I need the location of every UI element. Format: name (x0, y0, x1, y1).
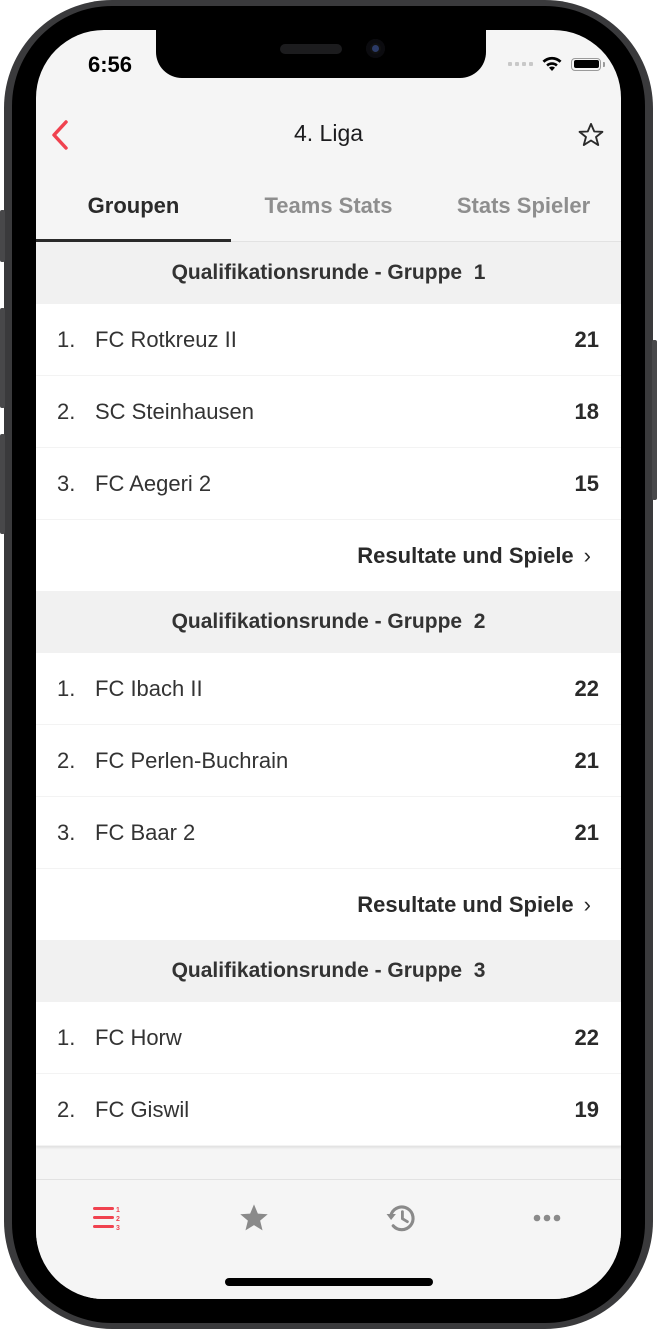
team-points: 21 (574, 326, 599, 352)
tabbar-more[interactable] (527, 1200, 567, 1236)
team-rank: 1. (57, 326, 76, 352)
tabbar-favorites[interactable] (234, 1200, 274, 1236)
svg-text:3: 3 (116, 1225, 120, 1232)
group-section: 1. FC Rotkreuz II 21 2. SC Steinhausen 1… (36, 304, 621, 591)
groups-list[interactable]: Qualifikationsrunde - Gruppe 1 1. FC Rot… (36, 242, 621, 1179)
team-points: 21 (574, 747, 599, 773)
team-points: 22 (574, 1024, 599, 1050)
more-icon (533, 1214, 561, 1222)
group-header: Qualifikationsrunde - Gruppe 2 (36, 591, 621, 653)
team-row[interactable]: 2. FC Perlen-Buchrain 21 (36, 725, 621, 797)
action-button (0, 210, 5, 262)
team-points: 15 (574, 470, 599, 496)
team-row[interactable]: 2. FC Giswil 19 (36, 1074, 621, 1146)
front-camera (366, 39, 385, 58)
tabbar-rankings[interactable]: 1 2 3 (88, 1200, 128, 1236)
group-section: 1. FC Horw 22 2. FC Giswil 19 (36, 1002, 621, 1146)
page-title: 4. Liga (293, 120, 364, 146)
chevron-right-icon: › (583, 542, 591, 568)
team-rank: 3. (57, 470, 76, 496)
team-row[interactable]: 3. FC Aegeri 2 15 (36, 448, 621, 520)
results-link-label: Resultate und Spiele (357, 891, 574, 917)
star-outline-icon[interactable] (577, 121, 605, 149)
tabbar-history[interactable] (381, 1200, 421, 1236)
results-and-games-link[interactable]: Resultate und Spiele › (36, 869, 621, 940)
notch (156, 30, 486, 78)
team-row[interactable]: 1. FC Ibach II 22 (36, 653, 621, 725)
team-points: 21 (574, 819, 599, 845)
tab-bar: 1 2 3 (36, 1179, 621, 1299)
team-row[interactable]: 3. FC Baar 2 21 (36, 797, 621, 869)
team-rank: 3. (57, 819, 76, 845)
team-rank: 1. (57, 1024, 76, 1050)
team-name: FC Rotkreuz II (95, 326, 237, 352)
team-name: FC Aegeri 2 (95, 470, 212, 496)
power-button (652, 340, 657, 500)
star-icon (240, 1204, 268, 1231)
team-name: FC Baar 2 (95, 819, 196, 845)
ranked-list-icon: 1 2 3 (93, 1207, 120, 1232)
team-points: 22 (574, 675, 599, 701)
team-row[interactable]: 1. FC Horw 22 (36, 1002, 621, 1074)
speaker (280, 44, 342, 54)
svg-text:2: 2 (116, 1216, 120, 1223)
team-points: 18 (574, 398, 599, 424)
team-name: FC Horw (95, 1024, 182, 1050)
group-header: Qualifikationsrunde - Gruppe 1 (36, 242, 621, 304)
battery-icon (571, 57, 605, 71)
screen: 6:56 4. Liga Groupen Teams Stats Stats S… (36, 30, 621, 1299)
navigation-bar: 4. Liga (36, 104, 621, 166)
group-header: Qualifikationsrunde - Gruppe 3 (36, 940, 621, 1002)
team-rank: 2. (57, 747, 76, 773)
tab-groupen[interactable]: Groupen (36, 175, 231, 242)
results-link-label: Resultate und Spiele (357, 542, 574, 568)
results-and-games-link[interactable]: Resultate und Spiele › (36, 520, 621, 591)
svg-text:1: 1 (116, 1207, 120, 1214)
history-icon (386, 1205, 415, 1232)
team-rank: 1. (57, 675, 76, 701)
wifi-icon (542, 56, 562, 71)
home-indicator[interactable] (225, 1278, 433, 1286)
team-name: FC Ibach II (95, 675, 203, 701)
status-indicators (508, 56, 605, 72)
volume-down-button (0, 434, 5, 534)
group-section: 1. FC Ibach II 22 2. FC Perlen-Buchrain … (36, 653, 621, 940)
team-rank: 2. (57, 398, 76, 424)
status-time: 6:56 (88, 52, 133, 77)
chevron-right-icon: › (583, 891, 591, 917)
tab-teams-stats[interactable]: Teams Stats (231, 175, 426, 241)
team-points: 19 (574, 1096, 599, 1122)
team-row[interactable]: 2. SC Steinhausen 18 (36, 376, 621, 448)
signal-icon (508, 62, 533, 66)
segment-tabs: Groupen Teams Stats Stats Spieler (36, 175, 621, 242)
team-name: FC Giswil (95, 1096, 190, 1122)
team-row[interactable]: 1. FC Rotkreuz II 21 (36, 304, 621, 376)
team-name: SC Steinhausen (95, 398, 254, 424)
volume-up-button (0, 308, 5, 408)
tab-stats-spieler[interactable]: Stats Spieler (426, 175, 621, 241)
team-name: FC Perlen-Buchrain (95, 747, 289, 773)
team-rank: 2. (57, 1096, 76, 1122)
